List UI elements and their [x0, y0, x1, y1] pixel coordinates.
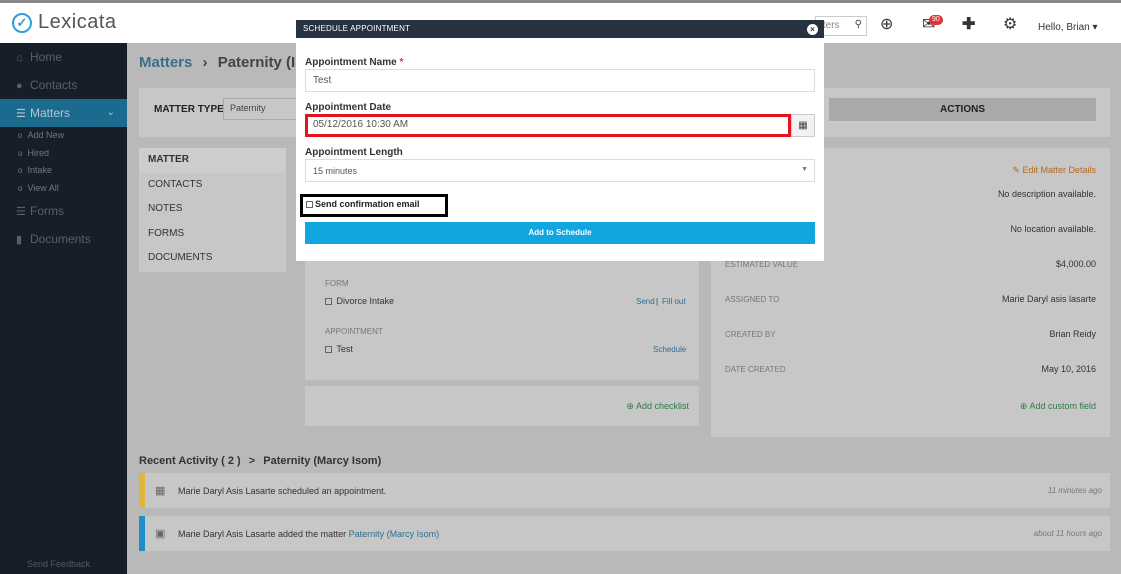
breadcrumb: Matters › Paternity (I [139, 54, 295, 71]
notification-badge: 90 [929, 15, 943, 25]
form-send-link[interactable]: Send [636, 297, 655, 306]
user-icon: ● [16, 80, 23, 92]
breadcrumb-root[interactable]: Matters [139, 54, 192, 71]
matter-link[interactable]: Paternity (Marcy Isom) [349, 529, 440, 539]
matter-items-panel: FORM Divorce Intake Send | Fill out APPO… [305, 258, 699, 380]
checkbox-icon: ▣ [155, 528, 166, 540]
app-name: Lexicata [38, 11, 117, 33]
detail-value: $4,000.00 [1055, 259, 1096, 269]
user-menu[interactable]: Hello, Brian ▾ [1038, 22, 1098, 33]
sidebar: ⌂Home ●Contacts ☰Matters⌄ Add New Hired … [0, 43, 127, 574]
chevron-down-icon: ⌄ [106, 107, 115, 118]
recent-activity-header: Recent Activity ( 2 ) > Paternity (Marcy… [139, 455, 382, 467]
activity-text: Marie Daryl Asis Lasarte scheduled an ap… [178, 486, 387, 496]
appointment-section-label: APPOINTMENT [325, 327, 383, 336]
logo[interactable]: ✓ Lexicata [12, 11, 117, 34]
plus-circle-icon: ⊕ [1019, 401, 1028, 411]
sidebar-item-home[interactable]: ⌂ Home [0, 43, 127, 71]
appointment-name-label: Appointment Name * [305, 57, 404, 68]
send-confirmation-checkbox[interactable]: Send confirmation email [300, 194, 448, 217]
checkbox[interactable] [306, 201, 313, 209]
gear-icon[interactable]: ⚙ [1003, 14, 1017, 34]
detail-label: ESTIMATED VALUE [725, 260, 799, 269]
detail-label: CREATED BY [725, 330, 776, 339]
appointment-date-input[interactable]: 05/12/2016 10:30 AM [305, 114, 791, 137]
link-separator: | [656, 297, 659, 306]
detail-label: ASSIGNED TO [725, 295, 780, 304]
matter-type-select[interactable]: Paternity [223, 98, 297, 120]
sidebar-item-contacts[interactable]: ● Contacts [0, 71, 127, 99]
appointment-name-input[interactable]: Test [305, 69, 815, 92]
close-icon[interactable]: × [807, 24, 818, 35]
send-feedback-link[interactable]: Send Feedback [27, 559, 90, 569]
activity-item: ▣ Marie Daryl Asis Lasarte added the mat… [139, 516, 1110, 551]
matter-type-label: MATTER TYPE [154, 104, 224, 115]
plus-circle-icon: ⊕ [626, 401, 634, 411]
detail-value: Marie Daryl asis lasarte [1001, 294, 1096, 304]
schedule-appointment-modal: SCHEDULE APPOINTMENT × Appointment Name … [296, 20, 824, 261]
activity-time: about 11 hours ago [1033, 529, 1102, 538]
checkbox[interactable] [325, 298, 332, 306]
form-section-label: FORM [325, 279, 349, 288]
sidebar-sub-intake[interactable]: Intake [0, 162, 127, 180]
check-circle-icon: ✓ [12, 12, 32, 33]
file-icon: ▮ [16, 234, 23, 246]
appointment-item[interactable]: Test [325, 344, 353, 354]
sidebar-item-forms[interactable]: ☰ Forms [0, 197, 127, 225]
detail-label: DATE CREATED [725, 365, 786, 374]
sidebar-sub-view-all[interactable]: View All [0, 180, 127, 198]
calendar-icon[interactable]: ▦ [791, 114, 815, 137]
activity-time: 11 minutes ago [1047, 486, 1102, 495]
activity-accent-bar [139, 516, 145, 551]
form-item[interactable]: Divorce Intake [325, 296, 394, 306]
add-to-schedule-button[interactable]: Add to Schedule [305, 222, 815, 244]
home-icon: ⌂ [16, 52, 23, 64]
activity-item: ▦ Marie Daryl Asis Lasarte scheduled an … [139, 473, 1110, 508]
detail-value: May 10, 2016 [1041, 364, 1096, 374]
required-mark: * [399, 57, 404, 68]
tab-forms[interactable]: FORMS [139, 222, 286, 247]
form-fill-out-link[interactable]: Fill out [662, 297, 686, 306]
tab-notes[interactable]: NOTES [139, 197, 286, 222]
activity-accent-bar [139, 473, 145, 508]
location-value: No location available. [1010, 224, 1096, 234]
modal-title: SCHEDULE APPOINTMENT [303, 24, 411, 33]
edit-matter-details-link[interactable]: ✎ Edit Matter Details [1012, 165, 1096, 176]
checkbox[interactable] [325, 346, 332, 354]
activity-text: Marie Daryl Asis Lasarte added the matte… [178, 529, 440, 539]
sidebar-sub-hired[interactable]: Hired [0, 145, 127, 163]
appointment-date-label: Appointment Date [305, 102, 392, 113]
checklist-panel: ⊕ Add checklist [305, 386, 699, 426]
breadcrumb-current: Paternity (I [217, 54, 296, 71]
sidebar-sub-add-new[interactable]: Add New [0, 127, 127, 145]
add-checklist-link[interactable]: ⊕ Add checklist [626, 401, 689, 412]
search-icon[interactable]: ⚲ [855, 19, 862, 30]
sidebar-item-matters[interactable]: ☰ Matters ⌄ [0, 99, 127, 127]
tab-contacts[interactable]: CONTACTS [139, 173, 286, 198]
list-icon: ☰ [16, 108, 26, 120]
appointment-length-label: Appointment Length [305, 147, 403, 158]
plus-icon[interactable]: ✚ [962, 14, 975, 34]
chevron-right-icon: › [202, 54, 208, 71]
sign-out-icon[interactable]: ⊕ [880, 14, 893, 34]
add-custom-field-link[interactable]: ⊕ Add custom field [1020, 401, 1096, 412]
matter-nav: MATTER CONTACTS NOTES FORMS DOCUMENTS [139, 148, 286, 272]
appointment-schedule-link[interactable]: Schedule [653, 345, 686, 354]
calendar-icon: ▦ [155, 485, 166, 497]
detail-value: Brian Reidy [1049, 329, 1096, 339]
tab-matter[interactable]: MATTER [139, 148, 286, 173]
caret-down-icon: ▼ [801, 166, 808, 173]
modal-header: SCHEDULE APPOINTMENT × [296, 20, 824, 38]
actions-button[interactable]: ACTIONS [829, 98, 1096, 121]
sidebar-item-documents[interactable]: ▮ Documents [0, 225, 127, 253]
edit-icon: ✎ [1012, 165, 1020, 175]
description-value: No description available. [997, 189, 1096, 199]
tab-documents[interactable]: DOCUMENTS [139, 246, 286, 271]
appointment-length-select[interactable]: 15 minutes ▼ [305, 159, 815, 182]
list-icon: ☰ [16, 206, 26, 218]
